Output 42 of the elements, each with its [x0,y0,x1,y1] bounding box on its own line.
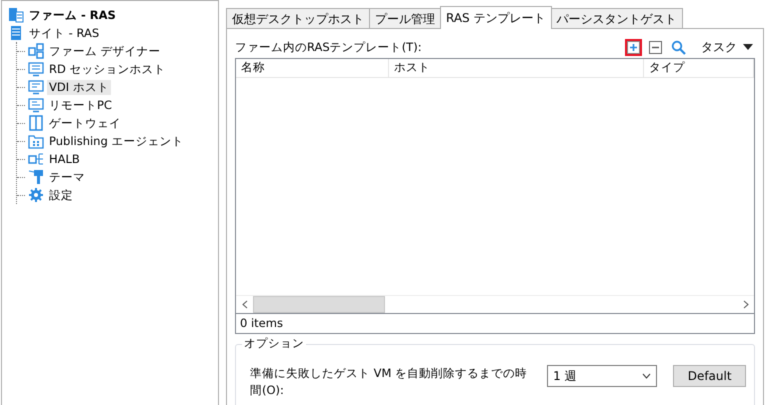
tasks-menu[interactable]: タスク [699,36,755,58]
blocks-icon [28,43,44,59]
column-header[interactable]: タイプ [644,59,754,77]
list-label: ファーム内のRASテンプレート(T): [235,40,422,54]
tab[interactable]: RAS テンプレート [440,6,552,29]
group-title: オプション [242,336,306,351]
tree-item[interactable]: リモートPC [47,98,114,112]
tree-item[interactable]: HALB [47,152,82,166]
option-label: 準備に失敗したゲスト VM を自動削除するまでの時間(O): [250,365,528,399]
paint-roller-icon [28,169,44,185]
item-count: 0 items [236,313,754,333]
horizontal-scrollbar[interactable] [236,295,754,313]
tree-item[interactable]: VDI ホスト [47,80,111,94]
tree-item[interactable]: RD セッションホスト [47,62,168,76]
duration-select[interactable]: 1 週 [547,365,658,387]
monitor-icon [28,79,44,95]
column-header[interactable]: 名称 [236,59,389,77]
server-icon [8,25,24,41]
add-button[interactable] [625,38,642,56]
tree-item[interactable]: ファーム - RAS [27,8,118,22]
default-button[interactable]: Default [673,365,746,387]
tree-item[interactable]: Publishing エージェント [47,134,186,148]
folder-icon [28,133,44,149]
tree-item[interactable]: サイト - RAS [27,26,102,40]
scroll-right-icon[interactable] [742,300,748,309]
tab[interactable]: プール管理 [369,8,441,28]
scroll-left-icon[interactable] [242,300,248,309]
tree-item[interactable]: ファーム デザイナー [47,44,163,58]
monitor-icon [28,97,44,113]
remove-button[interactable] [647,38,664,56]
settings-icon [28,187,44,203]
door-icon [28,115,44,131]
server-stack-icon [8,7,24,23]
tree-item[interactable]: テーマ [47,170,87,184]
tab[interactable]: 仮想デスクトップホスト [226,8,370,28]
column-header[interactable]: ホスト [388,59,644,77]
tree-item[interactable]: 設定 [47,188,75,202]
tab[interactable]: パーシスタントゲスト [550,8,682,28]
tree-item[interactable]: ゲートウェイ [47,116,123,130]
dropdown-arrow-icon[interactable] [743,44,753,50]
monitor-icon [28,61,44,77]
network-icon [28,151,44,167]
